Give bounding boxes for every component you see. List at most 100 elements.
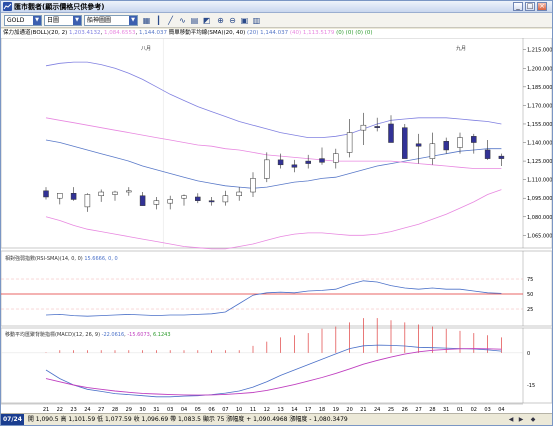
macd-tick-label: -15 (527, 383, 535, 389)
sma40-value: 1,113.5179 (302, 30, 335, 36)
candle-down (277, 159, 284, 166)
price-tick-label: 1,125.0000 (527, 159, 552, 165)
candle-down (305, 160, 311, 164)
candle-up (333, 153, 339, 163)
candle-up (84, 194, 91, 208)
chevron-down-icon: ▼ (129, 16, 137, 25)
sma40-text: (40) (289, 30, 302, 36)
macd-tick-label: 0 (527, 351, 530, 357)
toolbar: GOLD ▼ 日圖 ▼ 船神圖圖 ▼ ▦ ┃ ╱ ∿ ▤ ◩ ⊕ ⊖ ▣ ▥ (1, 13, 552, 28)
candle-down (402, 127, 408, 159)
scroll-right-icon[interactable]: ▶ (517, 416, 525, 424)
area-chart-icon[interactable]: ▤ (189, 15, 200, 26)
candle-up (98, 191, 104, 196)
candle-up (360, 124, 367, 131)
chart-style-select[interactable]: 船神圖圖 ▼ (84, 15, 138, 26)
candle-down (208, 200, 215, 203)
macd-title: 移動平均匯聚背馳指標(MACD)(12, 26, 9) -22.0616, -1… (5, 331, 171, 338)
macd-title-label: 移動平均匯聚背馳指標(MACD)(12, 26, 9) (5, 331, 100, 338)
rsi-tick-label: 75 (527, 277, 533, 283)
zoom-in-icon[interactable]: ⊕ (215, 15, 226, 26)
zoom-slider-icon[interactable]: ◆ (529, 416, 537, 424)
print-icon[interactable]: ▥ (251, 15, 262, 26)
chevron-down-icon: ▼ (73, 16, 81, 25)
chart-type-icon[interactable]: ◩ (201, 15, 212, 26)
candle-up (153, 200, 160, 205)
app-icon (3, 2, 12, 11)
boll-mid-value: 1,144.037 (138, 30, 167, 36)
status-bar: 07/24 開 1,090.5 高 1,101.59 低 1,077.59 收 … (1, 413, 552, 425)
status-ohlc: 開 1,090.5 高 1,101.59 低 1,077.59 收 1,096.… (27, 416, 348, 423)
price-tick-label: 1,155.0000 (527, 122, 552, 128)
candle-down (498, 155, 505, 159)
indicator-legend: 保力加通道(BOLL)(20, 2) 1,203.4132, 1,084.655… (1, 29, 552, 38)
price-chart[interactable]: 1,215.0000 1,200.0000 1,185.0000 1,170.0000… (0, 37, 553, 413)
boll-upper-value: 1,203.4132 (68, 30, 101, 36)
price-tick-label: 1,170.0000 (527, 103, 552, 109)
price-tick-label: 1,095.0000 (527, 196, 552, 202)
price-tick-label: 1,200.0000 (527, 66, 552, 72)
candle-down (443, 141, 449, 151)
boll-lower-value: 1,084.6553 (103, 30, 136, 36)
title-bar: 匯市觀者(顯示價格只供參考) _ □ × (1, 1, 552, 13)
window-icon[interactable]: ▣ (239, 15, 250, 26)
minimize-button[interactable]: _ (513, 2, 523, 11)
macd-value-2: -15.6073 (127, 332, 149, 338)
maximize-button[interactable]: □ (525, 2, 535, 11)
price-tick-label: 1,065.0000 (527, 233, 552, 239)
boll-label: 保力加通道(BOLL)(20, 2) (3, 30, 68, 36)
candle-up (250, 178, 256, 193)
candle-up (112, 191, 118, 195)
chart-style-value: 船神圖圖 (87, 17, 112, 24)
legend-tail: (0) (0) (0) (0) (336, 30, 373, 36)
candle-down (291, 164, 298, 168)
macd-panel (0, 327, 553, 404)
candle-down (388, 123, 394, 143)
rsi-tick-label: 50 (527, 292, 533, 298)
sma-label: 簡單移動平均線(SMA)(20, 40) (168, 30, 246, 36)
candle-up (346, 132, 353, 153)
price-tick-label: 1,080.0000 (527, 215, 552, 221)
macd-value-1: -22.0616 (102, 332, 124, 338)
symbol-select[interactable]: GOLD ▼ (4, 15, 42, 26)
status-date: 07/24 (1, 414, 24, 425)
candle-down (139, 195, 146, 206)
close-button[interactable]: × (537, 2, 547, 11)
candle-down (195, 196, 201, 201)
sma20-value: 1,144.037 (260, 30, 289, 36)
candle-down (471, 136, 477, 143)
candle-down (415, 143, 422, 147)
month-label-sep: 九月 (456, 45, 466, 52)
rsi-value: 15.6666, 0, 0 (84, 256, 117, 262)
period-select[interactable]: 日圖 ▼ (44, 15, 82, 26)
candle-up (57, 193, 63, 199)
candle-up (126, 190, 132, 193)
sma20-text: (20) (247, 30, 259, 36)
candle-up (457, 137, 463, 148)
candle-up (429, 143, 436, 159)
zoom-out-icon[interactable]: ⊖ (227, 15, 238, 26)
candle-up (167, 199, 173, 204)
rsi-panel (0, 250, 553, 327)
candle-down (319, 158, 325, 163)
candlestick-icon[interactable]: ┃ (153, 15, 164, 26)
line-chart-icon[interactable]: ╱ (165, 15, 176, 26)
macd-value-3: 6.1243 (153, 332, 171, 338)
chart-area[interactable]: 1,215.0000 1,200.0000 1,185.0000 1,170.0000… (0, 37, 553, 413)
chevron-down-icon: ▼ (33, 16, 41, 25)
candle-down (43, 190, 49, 198)
candle-down (484, 149, 491, 159)
scroll-left-icon[interactable]: ◀ (507, 416, 515, 424)
price-tick-label: 1,185.0000 (527, 85, 552, 91)
candle-up (264, 159, 270, 179)
indicator-icon[interactable]: ∿ (177, 15, 188, 26)
rsi-title-label: 相對強弱指數(RSI-SMA)(14, 0, 0) (5, 255, 83, 262)
rsi-tick-label: 25 (527, 307, 533, 313)
rsi-title: 相對強弱指數(RSI-SMA)(14, 0, 0) 15.6666, 0, 0 (5, 255, 118, 262)
price-panel (0, 37, 553, 249)
date-axis: 21 22 23 24 27 28 29 30 31 03 04 05 06 07 10 11 12 13 14 17… (1, 403, 523, 413)
symbol-value: GOLD (7, 17, 25, 24)
candle-up (222, 195, 229, 203)
bar-chart-icon[interactable]: ▦ (141, 15, 152, 26)
price-tick-label: 1,110.0000 (527, 178, 552, 184)
